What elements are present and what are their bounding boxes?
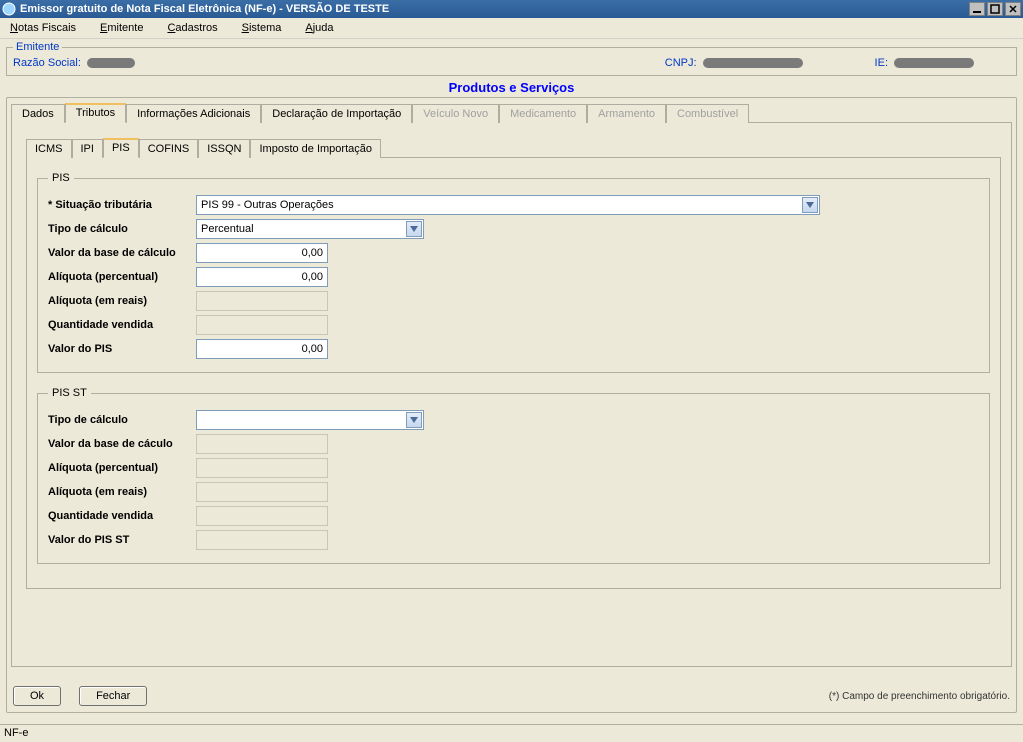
razao-social-value	[87, 58, 135, 68]
maximize-button[interactable]	[987, 2, 1003, 16]
app-icon	[2, 2, 16, 16]
st-aliquota-reais-input	[196, 482, 328, 502]
window-title: Emissor gratuito de Nota Fiscal Eletrôni…	[20, 3, 967, 15]
pis-st-group: PIS ST Tipo de cálculo Valor da base de …	[37, 387, 990, 564]
tab-declaracao-importacao[interactable]: Declaração de Importação	[261, 104, 412, 123]
tab-veiculo-novo: Veículo Novo	[412, 104, 499, 123]
menu-emitente[interactable]: Emitente	[94, 20, 149, 36]
emitente-group: Emitente Razão Social: CNPJ: IE:	[6, 41, 1017, 76]
tab-combustivel: Combustível	[666, 104, 749, 123]
subtab-pis[interactable]: PIS	[103, 138, 139, 158]
base-calculo-label: Valor da base de cálculo	[48, 247, 196, 259]
aliquota-reais-input	[196, 291, 328, 311]
menu-ajuda[interactable]: Ajuda	[299, 20, 339, 36]
pis-legend: PIS	[48, 172, 74, 184]
minimize-button[interactable]	[969, 2, 985, 16]
quantidade-vendida-input	[196, 315, 328, 335]
ie-value	[894, 58, 974, 68]
menu-notas-fiscais[interactable]: Notas Fiscais	[4, 20, 82, 36]
st-tipo-calculo-select[interactable]	[196, 410, 424, 430]
valor-pis-label: Valor do PIS	[48, 343, 196, 355]
st-valor-pis-input	[196, 530, 328, 550]
tipo-calculo-select[interactable]: Percentual	[196, 219, 424, 239]
tab-armamento: Armamento	[587, 104, 666, 123]
situacao-tributaria-label: * Situação tributária	[48, 199, 196, 211]
st-base-calculo-label: Valor da base de cáculo	[48, 438, 196, 450]
cnpj-label: CNPJ:	[665, 57, 697, 69]
ok-button[interactable]: Ok	[13, 686, 61, 706]
situacao-tributaria-value: PIS 99 - Outras Operações	[201, 199, 334, 211]
subtab-body-pis: PIS * Situação tributária PIS 99 - Outra…	[26, 158, 1001, 589]
aliquota-percentual-input[interactable]: 0,00	[196, 267, 328, 287]
base-calculo-input[interactable]: 0,00	[196, 243, 328, 263]
chevron-down-icon[interactable]	[802, 197, 818, 213]
main-panel: Dados Tributos Informações Adicionais De…	[6, 97, 1017, 713]
st-aliquota-reais-label: Alíquota (em reais)	[48, 486, 196, 498]
tab-medicamento: Medicamento	[499, 104, 587, 123]
status-text: NF-e	[4, 727, 28, 739]
tabs-row: Dados Tributos Informações Adicionais De…	[11, 102, 1012, 123]
st-base-calculo-input	[196, 434, 328, 454]
status-bar: NF-e	[0, 724, 1023, 742]
st-aliquota-percentual-label: Alíquota (percentual)	[48, 462, 196, 474]
chevron-down-icon[interactable]	[406, 412, 422, 428]
tab-info-adicionais[interactable]: Informações Adicionais	[126, 104, 261, 123]
st-valor-pis-label: Valor do PIS ST	[48, 534, 196, 546]
aliquota-reais-label: Alíquota (em reais)	[48, 295, 196, 307]
close-button[interactable]	[1005, 2, 1021, 16]
pis-group: PIS * Situação tributária PIS 99 - Outra…	[37, 172, 990, 373]
tab-tributos[interactable]: Tributos	[65, 103, 126, 123]
bottom-row: Ok Fechar (*) Campo de preenchimento obr…	[13, 686, 1010, 706]
valor-pis-input[interactable]: 0,00	[196, 339, 328, 359]
st-aliquota-percentual-input	[196, 458, 328, 478]
tab-dados[interactable]: Dados	[11, 104, 65, 123]
tab-body-tributos: ICMS IPI PIS COFINS ISSQN Imposto de Imp…	[11, 123, 1012, 667]
subtab-ipi[interactable]: IPI	[72, 139, 103, 158]
st-quantidade-vendida-input	[196, 506, 328, 526]
subtab-issqn[interactable]: ISSQN	[198, 139, 250, 158]
section-title: Produtos e Serviços	[0, 76, 1023, 97]
subtab-cofins[interactable]: COFINS	[139, 139, 199, 158]
st-tipo-calculo-label: Tipo de cálculo	[48, 414, 196, 426]
razao-social-label: Razão Social:	[13, 57, 81, 69]
st-quantidade-vendida-label: Quantidade vendida	[48, 510, 196, 522]
required-note: (*) Campo de preenchimento obrigatório.	[829, 691, 1010, 702]
subtabs-row: ICMS IPI PIS COFINS ISSQN Imposto de Imp…	[26, 137, 1001, 158]
ie-label: IE:	[875, 57, 888, 69]
title-bar: Emissor gratuito de Nota Fiscal Eletrôni…	[0, 0, 1023, 18]
subtab-imposto-importacao[interactable]: Imposto de Importação	[250, 139, 381, 158]
quantidade-vendida-label: Quantidade vendida	[48, 319, 196, 331]
cnpj-value	[703, 58, 803, 68]
subtab-icms[interactable]: ICMS	[26, 139, 72, 158]
aliquota-percentual-label: Alíquota (percentual)	[48, 271, 196, 283]
pis-st-legend: PIS ST	[48, 387, 91, 399]
emitente-legend: Emitente	[13, 41, 62, 53]
menu-sistema[interactable]: Sistema	[236, 20, 288, 36]
situacao-tributaria-select[interactable]: PIS 99 - Outras Operações	[196, 195, 820, 215]
tipo-calculo-value: Percentual	[201, 223, 254, 235]
chevron-down-icon[interactable]	[406, 221, 422, 237]
menu-bar: Notas Fiscais Emitente Cadastros Sistema…	[0, 18, 1023, 39]
fechar-button[interactable]: Fechar	[79, 686, 147, 706]
tipo-calculo-label: Tipo de cálculo	[48, 223, 196, 235]
menu-cadastros[interactable]: Cadastros	[161, 20, 223, 36]
